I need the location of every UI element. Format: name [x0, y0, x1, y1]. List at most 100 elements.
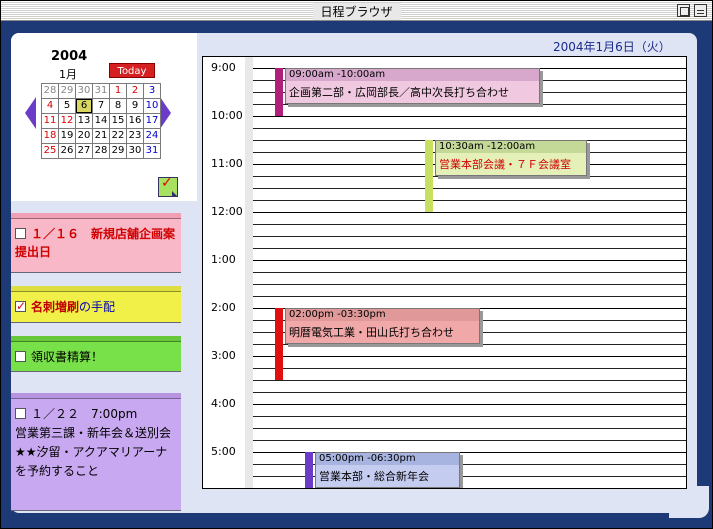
- calendar-month: 1月: [59, 68, 77, 81]
- schedule-gridline: [253, 416, 686, 417]
- note-2-text-highlight: 名刺増刷: [31, 300, 80, 314]
- schedule-gridline: [253, 248, 686, 249]
- hour-label: 12:00: [211, 205, 243, 218]
- calendar-day[interactable]: 23: [127, 129, 143, 143]
- note-checkbox-4[interactable]: [15, 408, 26, 419]
- event-time: 10:30am -12:00am: [436, 141, 586, 153]
- calendar-day[interactable]: 29: [110, 144, 126, 158]
- calendar-day[interactable]: 7: [93, 99, 109, 113]
- note-4-line2: 営業第三課・新年会＆送別会: [15, 426, 172, 440]
- calendar-day[interactable]: 12: [59, 114, 75, 128]
- calendar-day[interactable]: 6: [76, 99, 92, 113]
- calendar-day[interactable]: 28: [42, 84, 58, 98]
- calendar-day[interactable]: 19: [59, 129, 75, 143]
- hour-label: 5:00: [211, 445, 236, 458]
- calendar-day[interactable]: 15: [110, 114, 126, 128]
- next-month-arrow-icon[interactable]: [160, 97, 171, 129]
- event-duration-bar[interactable]: [305, 452, 313, 488]
- note-checkbox-2[interactable]: [15, 297, 26, 315]
- note-1-text: １／１６ 新規店舗企画案提出日: [15, 227, 176, 259]
- event-duration-bar[interactable]: [425, 140, 433, 212]
- calendar-day[interactable]: 20: [76, 129, 92, 143]
- calendar-day[interactable]: 29: [59, 84, 75, 98]
- calendar-day[interactable]: 21: [93, 129, 109, 143]
- event-title: 明暦電気工業・田山氏打ち合わせ: [289, 326, 454, 339]
- prev-month-arrow-icon[interactable]: [25, 97, 36, 129]
- hour-label: 9:00: [211, 61, 236, 74]
- hour-label: 3:00: [211, 349, 236, 362]
- event-time: 05:00pm -06:30pm: [316, 453, 459, 465]
- mini-calendar: 28 29 30 31 1 2 3 4 5 6 7 8 9 10 11 12 13 14 15 16 17 18 19 20 2…: [41, 83, 161, 159]
- schedule-date: 2004年1月6日（火）: [553, 40, 671, 54]
- calendar-day[interactable]: 27: [76, 144, 92, 158]
- schedule-gridline: [253, 440, 686, 441]
- schedule-gridline: [253, 488, 686, 489]
- calendar-day[interactable]: 11: [42, 114, 58, 128]
- event-duration-bar[interactable]: [275, 308, 283, 380]
- calendar-day[interactable]: 3: [144, 84, 160, 98]
- note-4-line1: １／２２ 7:00pm: [31, 407, 138, 421]
- calendar-day[interactable]: 22: [110, 129, 126, 143]
- calendar-day[interactable]: 25: [42, 144, 58, 158]
- schedule-gridline: [253, 404, 686, 405]
- window-title: 日程ブラウザ: [312, 3, 401, 20]
- calendar-day[interactable]: 30: [127, 144, 143, 158]
- hour-label: 2:00: [211, 301, 236, 314]
- schedule-gridline: [253, 116, 686, 117]
- calendar-day[interactable]: 28: [93, 144, 109, 158]
- schedule-event[interactable]: 09:00am -10:00am 企画第二部・広岡部長／高中次長打ち合わせ: [275, 68, 544, 116]
- title-bar[interactable]: 日程ブラウザ: [1, 1, 712, 21]
- schedule-gridline: [253, 212, 686, 213]
- resize-handle[interactable]: [669, 486, 709, 518]
- calendar-day[interactable]: 14: [93, 114, 109, 128]
- schedule-gridline: [253, 260, 686, 261]
- hour-label: 10:00: [211, 109, 243, 122]
- schedule-gridline: [253, 296, 686, 297]
- today-button[interactable]: Today: [109, 63, 155, 78]
- calendar-day[interactable]: 8: [110, 99, 126, 113]
- schedule-event[interactable]: 10:30am -12:00am 営業本部会議・７Ｆ会議室: [425, 140, 591, 212]
- calendar-day[interactable]: 26: [59, 144, 75, 158]
- calendar-day[interactable]: 18: [42, 129, 58, 143]
- sticky-note-3[interactable]: 領収書精算！: [11, 336, 181, 372]
- app-window: 日程ブラウザ 2004 1月 Today 28 29 30 31 1 2 3 4 5 6 7 8 9 10…: [0, 0, 713, 529]
- sticky-note-2[interactable]: 名刺増刷の手配: [11, 286, 181, 323]
- schedule-event[interactable]: 02:00pm -03:30pm 明暦電気工業・田山氏打ち合わせ: [275, 308, 484, 380]
- hour-label: 1:00: [211, 253, 236, 266]
- calendar-day[interactable]: 9: [127, 99, 143, 113]
- schedule-event[interactable]: 05:00pm -06:30pm 営業本部・総合新年会: [305, 452, 464, 488]
- calendar-day[interactable]: 30: [76, 84, 92, 98]
- note-3-text: 領収書精算！: [31, 350, 104, 364]
- event-time: 02:00pm -03:30pm: [286, 309, 479, 321]
- calendar-day[interactable]: 24: [144, 129, 160, 143]
- event-duration-bar[interactable]: [275, 68, 283, 116]
- event-title: 営業本部・総合新年会: [319, 470, 429, 483]
- schedule-gridline: [253, 428, 686, 429]
- schedule-gridline: [253, 392, 686, 393]
- event-title: 企画第二部・広岡部長／高中次長打ち合わせ: [289, 86, 509, 99]
- note-checkbox-1[interactable]: [15, 228, 26, 239]
- calendar-day[interactable]: 1: [110, 84, 126, 98]
- schedule-gridline: [253, 380, 686, 381]
- note-checkbox-3[interactable]: [15, 351, 26, 362]
- calendar-day[interactable]: 10: [144, 99, 160, 113]
- schedule-gridline: [253, 272, 686, 273]
- calendar-day[interactable]: 2: [127, 84, 143, 98]
- calendar-day[interactable]: 17: [144, 114, 160, 128]
- zoom-button[interactable]: [677, 4, 690, 17]
- note-2-text: の手配: [79, 300, 116, 314]
- schedule-gridline: [253, 236, 686, 237]
- calendar-day[interactable]: 13: [76, 114, 92, 128]
- calendar-day[interactable]: 4: [42, 99, 58, 113]
- calendar-day[interactable]: 5: [59, 99, 75, 113]
- event-title: 営業本部会議・７Ｆ会議室: [439, 158, 571, 171]
- sticky-note-4[interactable]: １／２２ 7:00pm 営業第三課・新年会＆送別会 ★★汐留・アクアマリアーナを…: [11, 393, 181, 511]
- new-note-icon[interactable]: ✓: [158, 175, 178, 197]
- calendar-day[interactable]: 31: [93, 84, 109, 98]
- calendar-day[interactable]: 16: [127, 114, 143, 128]
- sticky-note-1[interactable]: １／１６ 新規店舗企画案提出日: [11, 213, 181, 273]
- event-time: 09:00am -10:00am: [286, 69, 539, 81]
- day-schedule[interactable]: 9:00 10:00 11:00 12:00 1:00 2:00 3:00 4:00 5:00 0…: [202, 56, 687, 489]
- calendar-day[interactable]: 31: [144, 144, 160, 158]
- collapse-button[interactable]: [694, 4, 707, 17]
